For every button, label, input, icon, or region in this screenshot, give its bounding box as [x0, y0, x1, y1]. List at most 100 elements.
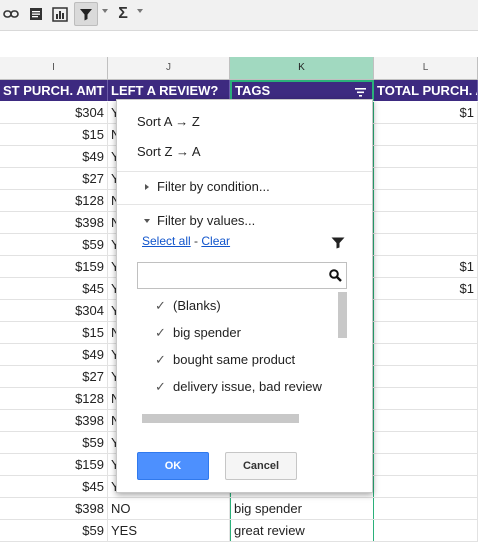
checkmark-icon: ✓: [155, 352, 166, 367]
cell-purchase-amount[interactable]: $45: [0, 278, 108, 299]
menu-divider: [117, 204, 372, 205]
value-item[interactable]: ✓ big spender: [155, 325, 241, 340]
cell-purchase-amount[interactable]: $59: [0, 520, 108, 541]
cell-total-purchase[interactable]: [374, 432, 478, 453]
cell-purchase-amount[interactable]: $128: [0, 388, 108, 409]
cell-total-purchase[interactable]: [374, 366, 478, 387]
cell-total-purchase[interactable]: [374, 234, 478, 255]
cell-total-purchase[interactable]: [374, 388, 478, 409]
column-letter-k[interactable]: K: [230, 57, 374, 79]
header-row: ST PURCH. AMT LEFT A REVIEW? TAGS TOTAL …: [0, 80, 478, 101]
sort-z-a-item[interactable]: Sort Z → A: [137, 144, 201, 159]
value-label: delivery issue, bad review: [173, 379, 322, 394]
value-item[interactable]: ✓ (Blanks): [155, 298, 221, 313]
clear-link[interactable]: Clear: [201, 234, 230, 248]
filter-button[interactable]: [74, 2, 98, 26]
link-separator: -: [190, 234, 202, 248]
select-clear-links: Select all - Clear: [142, 233, 230, 248]
cell-purchase-amount[interactable]: $49: [0, 344, 108, 365]
cell-total-purchase[interactable]: $1: [374, 102, 478, 123]
filter-by-values-item[interactable]: Filter by values...: [157, 213, 255, 228]
select-all-link[interactable]: Select all: [142, 234, 191, 248]
cell-total-purchase[interactable]: [374, 520, 478, 541]
cell-purchase-amount[interactable]: $15: [0, 124, 108, 145]
value-label: bought same product: [173, 352, 296, 367]
cell-total-purchase[interactable]: [374, 322, 478, 343]
header-cell-total-purchase[interactable]: TOTAL PURCH. A: [374, 80, 478, 101]
header-tags-label: TAGS: [235, 83, 271, 98]
cell-purchase-amount[interactable]: $304: [0, 102, 108, 123]
cell-purchase-amount[interactable]: $15: [0, 322, 108, 343]
cell-total-purchase[interactable]: [374, 410, 478, 431]
header-cell-tags[interactable]: TAGS: [230, 80, 374, 101]
cell-total-purchase[interactable]: [374, 124, 478, 145]
cell-left-a-review[interactable]: YES: [108, 520, 230, 541]
header-cell-purchase-amount[interactable]: ST PURCH. AMT: [0, 80, 108, 101]
cell-purchase-amount[interactable]: $159: [0, 454, 108, 475]
ok-button[interactable]: OK: [137, 452, 209, 480]
cell-purchase-amount[interactable]: $398: [0, 498, 108, 519]
column-letter-j[interactable]: J: [108, 57, 230, 79]
value-search-input[interactable]: [140, 265, 324, 287]
checkmark-icon: ✓: [155, 298, 166, 313]
value-search-box: [137, 262, 347, 289]
cell-purchase-amount[interactable]: $27: [0, 168, 108, 189]
filter-dropdown-panel: Sort A → Z Sort Z → A Filter by conditio…: [116, 99, 373, 493]
sort-a-z-item[interactable]: Sort A → Z: [137, 114, 200, 129]
link-icon[interactable]: [2, 5, 20, 23]
cell-total-purchase[interactable]: [374, 300, 478, 321]
cell-total-purchase[interactable]: [374, 168, 478, 189]
cell-purchase-amount[interactable]: $59: [0, 234, 108, 255]
value-item[interactable]: ✓ bought same product: [155, 352, 296, 367]
search-icon[interactable]: [329, 269, 342, 282]
cell-total-purchase[interactable]: $1: [374, 256, 478, 277]
cell-tags[interactable]: great review: [230, 520, 374, 541]
cell-total-purchase[interactable]: [374, 476, 478, 497]
comment-icon[interactable]: [27, 5, 45, 23]
toolbar: Σ: [0, 0, 478, 31]
table-row: $59 YES great review: [0, 520, 478, 542]
functions-dropdown-caret[interactable]: [137, 9, 143, 13]
functions-icon[interactable]: Σ: [116, 5, 130, 23]
expand-right-icon: [145, 184, 149, 190]
filter-by-condition-item[interactable]: Filter by condition...: [157, 179, 270, 194]
filter-dropdown-caret[interactable]: [102, 9, 108, 13]
cell-purchase-amount[interactable]: $128: [0, 190, 108, 211]
filter-icon: [331, 237, 345, 249]
cell-purchase-amount[interactable]: $59: [0, 432, 108, 453]
value-list: ✓ (Blanks) ✓ big spender ✓ bought same prod…: [137, 292, 337, 412]
cell-total-purchase[interactable]: [374, 498, 478, 519]
filter-icon: [80, 9, 92, 21]
cell-tags[interactable]: big spender: [230, 498, 374, 519]
chart-icon[interactable]: [51, 5, 69, 23]
cell-total-purchase[interactable]: [374, 190, 478, 211]
cell-purchase-amount[interactable]: $49: [0, 146, 108, 167]
value-item[interactable]: ✓ delivery issue, bad review: [155, 379, 322, 394]
cell-left-a-review[interactable]: NO: [108, 498, 230, 519]
value-label: big spender: [173, 325, 241, 340]
checkmark-icon: ✓: [155, 379, 166, 394]
header-cell-left-a-review[interactable]: LEFT A REVIEW?: [108, 80, 230, 101]
horizontal-scrollbar[interactable]: [142, 414, 299, 423]
cell-total-purchase[interactable]: [374, 212, 478, 233]
value-label: (Blanks): [173, 298, 221, 313]
cell-purchase-amount[interactable]: $398: [0, 410, 108, 431]
checkmark-icon: ✓: [155, 325, 166, 340]
cell-total-purchase[interactable]: $1: [374, 278, 478, 299]
column-filter-icon[interactable]: [355, 88, 366, 97]
column-letter-l[interactable]: L: [374, 57, 478, 79]
cancel-button[interactable]: Cancel: [225, 452, 297, 480]
menu-divider: [117, 171, 372, 172]
cell-purchase-amount[interactable]: $398: [0, 212, 108, 233]
expand-down-icon: [144, 219, 150, 223]
column-header-row: I J K L: [0, 57, 478, 80]
cell-purchase-amount[interactable]: $304: [0, 300, 108, 321]
vertical-scrollbar[interactable]: [338, 292, 347, 338]
cell-purchase-amount[interactable]: $27: [0, 366, 108, 387]
column-letter-i[interactable]: I: [0, 57, 108, 79]
cell-purchase-amount[interactable]: $159: [0, 256, 108, 277]
cell-total-purchase[interactable]: [374, 454, 478, 475]
cell-total-purchase[interactable]: [374, 146, 478, 167]
cell-total-purchase[interactable]: [374, 344, 478, 365]
cell-purchase-amount[interactable]: $45: [0, 476, 108, 497]
